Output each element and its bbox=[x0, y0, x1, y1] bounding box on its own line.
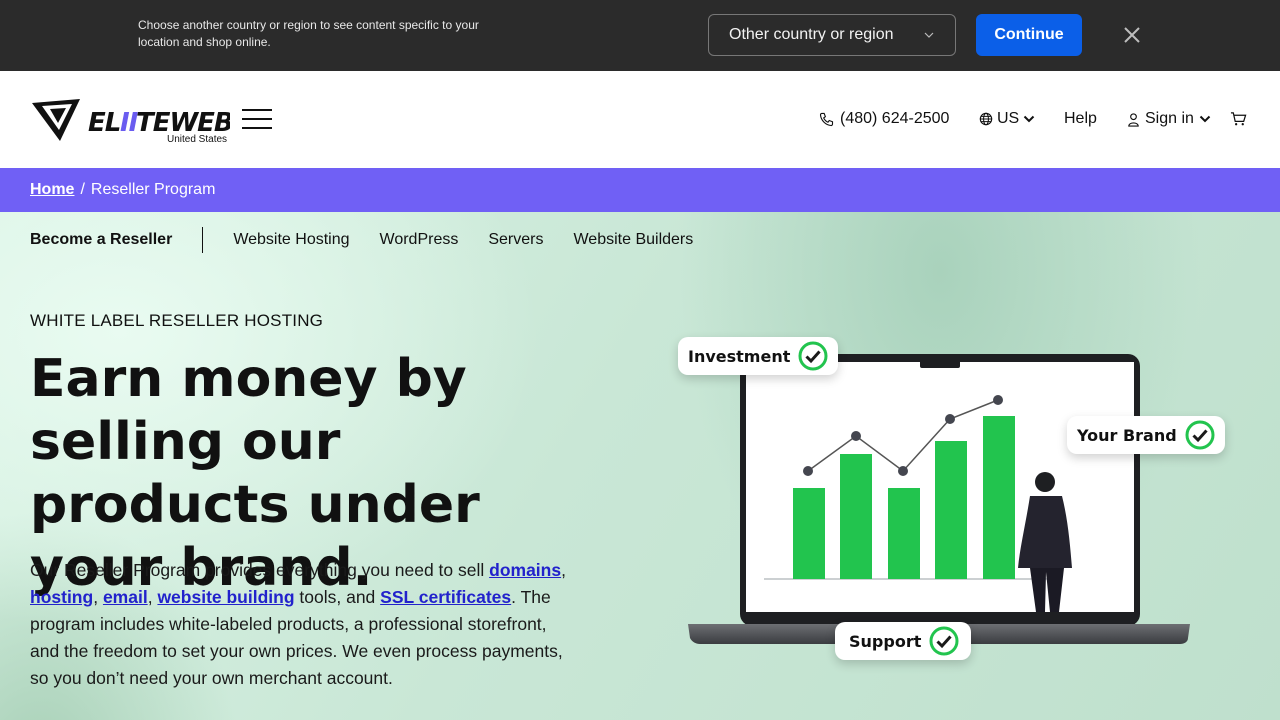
subnav-website-hosting[interactable]: Website Hosting bbox=[233, 231, 349, 249]
sub-navigation: Become a Reseller Website Hosting WordPr… bbox=[30, 227, 693, 253]
sign-in-label: Sign in bbox=[1145, 110, 1194, 127]
country-select-value: Other country or region bbox=[729, 26, 894, 43]
hero-text: , bbox=[93, 587, 99, 607]
hero-text: Our Reseller Program provides everything… bbox=[30, 560, 490, 580]
ssl-certificates-link[interactable]: SSL certificates bbox=[380, 587, 511, 607]
subnav-website-builders[interactable]: Website Builders bbox=[573, 231, 693, 249]
subnav-become-reseller[interactable]: Become a Reseller bbox=[30, 227, 204, 253]
svg-text:EL: EL bbox=[88, 108, 120, 138]
breadcrumb-home-link[interactable]: Home bbox=[30, 181, 74, 199]
phone-number: (480) 624-2500 bbox=[840, 110, 950, 127]
reseller-illustration: Investment Your Brand Support bbox=[670, 332, 1230, 692]
continue-button[interactable]: Continue bbox=[976, 14, 1082, 56]
logo-region: United States bbox=[167, 134, 228, 145]
sign-in-menu[interactable]: Sign in bbox=[1127, 107, 1211, 131]
investment-tag-label: Investment bbox=[688, 346, 791, 366]
phone-link[interactable]: (480) 624-2500 bbox=[819, 107, 949, 131]
cart-button[interactable] bbox=[1230, 107, 1247, 131]
hero-text: tools, and bbox=[294, 587, 381, 607]
your-brand-tag-label: Your Brand bbox=[1077, 425, 1177, 445]
subnav-wordpress[interactable]: WordPress bbox=[380, 231, 459, 249]
website-building-link[interactable]: website building bbox=[157, 587, 294, 607]
locale-selector[interactable]: US bbox=[979, 107, 1035, 131]
cart-icon bbox=[1230, 112, 1247, 126]
hero-description: Our Reseller Program provides everything… bbox=[30, 557, 580, 692]
country-banner-message: Choose another country or region to see … bbox=[138, 18, 479, 49]
hero-text: , bbox=[561, 560, 566, 580]
hero-eyebrow: WHITE LABEL RESELLER HOSTING bbox=[30, 311, 324, 330]
your-brand-tag: Your Brand bbox=[1067, 416, 1225, 454]
breadcrumb-separator: / bbox=[80, 181, 85, 198]
subnav-servers[interactable]: Servers bbox=[488, 231, 543, 249]
check-circle-icon bbox=[929, 626, 959, 656]
hosting-link[interactable]: hosting bbox=[30, 587, 93, 607]
locale-label: US bbox=[997, 110, 1020, 127]
breadcrumb: Home / Reseller Program bbox=[0, 168, 1280, 212]
country-banner: Choose another country or region to see … bbox=[0, 0, 1280, 71]
user-icon bbox=[1128, 112, 1139, 127]
hero-section: Become a Reseller Website Hosting WordPr… bbox=[0, 212, 1280, 720]
chevron-down-icon bbox=[924, 32, 934, 38]
globe-icon bbox=[979, 112, 993, 126]
breadcrumb-current: Reseller Program bbox=[90, 181, 216, 198]
chevron-down-icon bbox=[1024, 115, 1035, 123]
check-circle-icon bbox=[1185, 420, 1215, 450]
close-icon[interactable] bbox=[1122, 25, 1142, 45]
email-link[interactable]: email bbox=[103, 587, 148, 607]
investment-tag: Investment bbox=[678, 337, 839, 375]
chevron-down-icon bbox=[1199, 115, 1211, 123]
support-tag: Support bbox=[835, 622, 972, 660]
site-header: EL II TEWEB.CO United States (480) 624-2… bbox=[0, 71, 1280, 168]
hero-text: , bbox=[147, 587, 153, 607]
hamburger-menu-icon[interactable] bbox=[242, 109, 272, 131]
help-link[interactable]: Help bbox=[1064, 107, 1097, 131]
country-select[interactable]: Other country or region bbox=[708, 14, 956, 56]
domains-link[interactable]: domains bbox=[489, 560, 561, 580]
check-circle-icon bbox=[798, 341, 828, 371]
phone-icon bbox=[819, 112, 834, 126]
support-tag-label: Support bbox=[849, 631, 922, 651]
